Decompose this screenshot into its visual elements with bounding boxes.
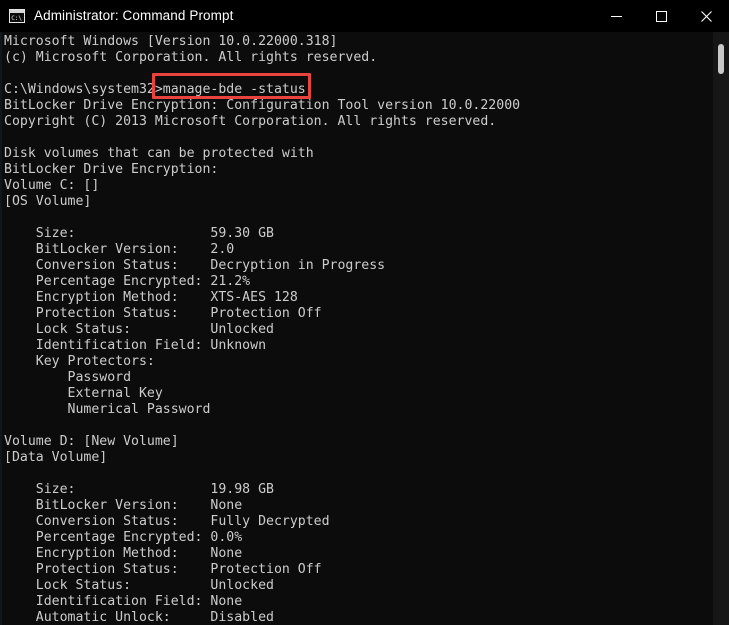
terminal-line: Automatic Unlock: Disabled xyxy=(4,610,274,625)
terminal-line: C:\Windows\system32>manage-bde -status xyxy=(4,82,306,97)
terminal-line: Percentage Encrypted: 0.0% xyxy=(4,530,243,545)
command-prompt-icon[interactable]: C:\ xyxy=(9,9,25,23)
terminal-line: Encryption Method: XTS-AES 128 xyxy=(4,290,298,305)
terminal-line: BitLocker Drive Encryption: Configuratio… xyxy=(4,98,521,113)
terminal-line: Conversion Status: Fully Decrypted xyxy=(4,514,330,529)
terminal-line: Size: 59.30 GB xyxy=(4,226,274,241)
terminal-line: Conversion Status: Decryption in Progres… xyxy=(4,258,386,273)
terminal-output-area[interactable]: Microsoft Windows [Version 10.0.22000.31… xyxy=(0,32,729,625)
title-bar[interactable]: C:\ Administrator: Command Prompt xyxy=(0,0,729,32)
terminal-line: [Data Volume] xyxy=(4,450,108,465)
terminal-line: Disk volumes that can be protected with xyxy=(4,146,314,161)
vertical-scrollbar[interactable] xyxy=(713,32,729,625)
terminal-line: Protection Status: Protection Off xyxy=(4,562,322,577)
close-icon xyxy=(701,10,712,22)
terminal-line: [OS Volume] xyxy=(4,194,92,209)
terminal-line: Copyright (C) 2013 Microsoft Corporation… xyxy=(4,114,497,129)
terminal-line: BitLocker Drive Encryption: xyxy=(4,162,219,177)
terminal-line: BitLocker Version: 2.0 xyxy=(4,242,235,257)
terminal-line: Protection Status: Protection Off xyxy=(4,306,322,321)
terminal-line: Size: 19.98 GB xyxy=(4,482,274,497)
terminal-line: Identification Field: Unknown xyxy=(4,338,267,353)
terminal-line: (c) Microsoft Corporation. All rights re… xyxy=(4,50,378,65)
terminal-line: Volume C: [] xyxy=(4,178,100,193)
terminal-line: Password xyxy=(4,370,132,385)
close-button[interactable] xyxy=(684,0,729,32)
window-title: Administrator: Command Prompt xyxy=(34,8,234,23)
terminal-line: External Key xyxy=(4,386,163,401)
terminal-line: Identification Field: None xyxy=(4,594,243,609)
maximize-icon xyxy=(656,10,667,22)
command-prompt-window: C:\ Administrator: Command Prompt Micros… xyxy=(0,0,729,625)
scrollbar-thumb[interactable] xyxy=(718,43,724,74)
terminal-line: Lock Status: Unlocked xyxy=(4,578,274,593)
minimize-icon xyxy=(611,15,622,17)
terminal-line: Microsoft Windows [Version 10.0.22000.31… xyxy=(4,34,338,49)
terminal-line: Key Protectors: xyxy=(4,354,155,369)
terminal-line: Encryption Method: None xyxy=(4,546,243,561)
maximize-button[interactable] xyxy=(639,0,684,32)
svg-text:C:\: C:\ xyxy=(11,15,22,22)
terminal-line: BitLocker Version: None xyxy=(4,498,243,513)
terminal-line: Lock Status: Unlocked xyxy=(4,322,274,337)
terminal-text: Microsoft Windows [Version 10.0.22000.31… xyxy=(4,34,520,625)
terminal-line: Percentage Encrypted: 21.2% xyxy=(4,274,251,289)
terminal-line: Volume D: [New Volume] xyxy=(4,434,179,449)
minimize-button[interactable] xyxy=(594,0,639,32)
terminal-line: Numerical Password xyxy=(4,402,211,417)
